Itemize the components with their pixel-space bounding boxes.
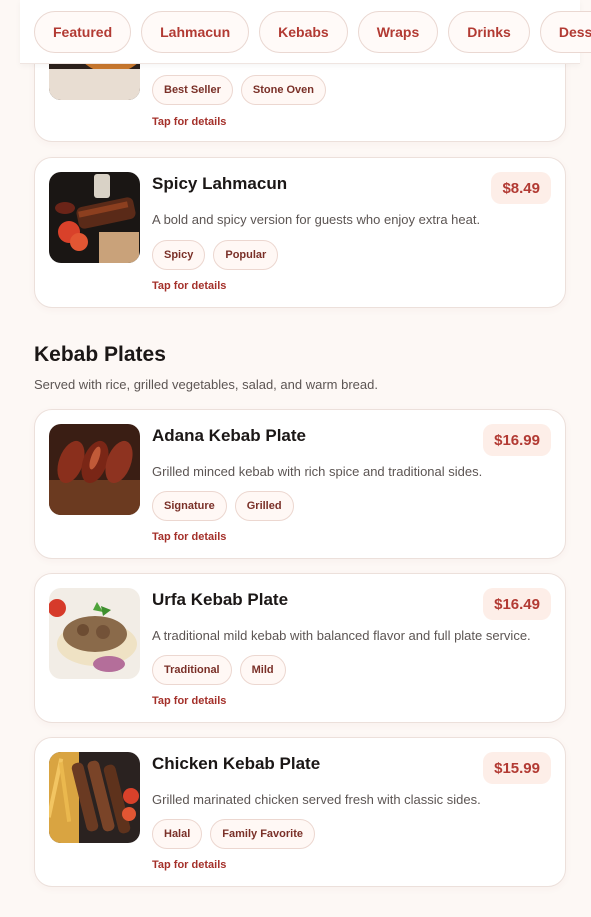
item-description: Grilled minced kebab with rich spice and… (152, 464, 483, 479)
details-link[interactable]: Tap for details (152, 859, 226, 871)
details-link[interactable]: Tap for details (152, 116, 226, 128)
category-wraps[interactable]: Wraps (357, 10, 439, 53)
item-title: Chicken Kebab Plate (152, 754, 321, 773)
tag-halal: Halal (152, 819, 203, 849)
tag-spicy: Spicy (152, 240, 206, 270)
chicken-kebab-photo (49, 752, 140, 843)
tag-family-favorite: Family Favorite (210, 819, 315, 849)
menu-item-card[interactable]: Chicken Kebab Plate $15.99 Grilled marin… (34, 737, 566, 887)
item-price: $15.99 (483, 752, 551, 784)
section-subtitle: Served with rice, grilled vegetables, sa… (34, 377, 378, 392)
item-price: $16.49 (483, 588, 551, 620)
item-price: $16.99 (483, 424, 551, 456)
item-photo (49, 424, 140, 515)
category-featured[interactable]: Featured (34, 10, 132, 53)
tag-stone-oven: Stone Oven (240, 75, 326, 105)
category-kebabs[interactable]: Kebabs (259, 10, 348, 53)
details-link[interactable]: Tap for details (152, 695, 226, 707)
details-link[interactable]: Tap for details (152, 531, 226, 543)
item-title: Adana Kebab Plate (152, 426, 306, 445)
urfa-kebab-photo (49, 588, 140, 679)
item-title: Spicy Lahmacun (152, 174, 288, 193)
category-desserts[interactable]: Desserts (539, 10, 591, 53)
item-description: A traditional mild kebab with balanced f… (152, 628, 531, 643)
category-lahmacun[interactable]: Lahmacun (141, 10, 250, 53)
item-description: A bold and spicy version for guests who … (152, 212, 481, 227)
spicy-lahmacun-photo (49, 172, 140, 263)
tag-best-seller: Best Seller (152, 75, 233, 105)
tag-mild: Mild (239, 655, 286, 685)
item-description: Grilled marinated chicken served fresh w… (152, 792, 481, 807)
tag-traditional: Traditional (152, 655, 232, 685)
adana-kebab-photo (49, 424, 140, 515)
category-drinks[interactable]: Drinks (448, 10, 530, 53)
details-link[interactable]: Tap for details (152, 280, 226, 292)
tag-signature: Signature (152, 491, 227, 521)
item-photo (49, 752, 140, 843)
item-price: $8.49 (491, 172, 551, 204)
menu-item-card[interactable]: Spicy Lahmacun $8.49 A bold and spicy ve… (34, 157, 566, 308)
menu-item-card[interactable]: Urfa Kebab Plate $16.49 A traditional mi… (34, 573, 566, 723)
tag-popular: Popular (213, 240, 279, 270)
item-photo (49, 588, 140, 679)
menu-page: Featured Lahmacun Kebabs Wraps Drinks De… (0, 0, 591, 917)
item-photo (49, 172, 140, 263)
item-title: Urfa Kebab Plate (152, 590, 289, 609)
menu-item-card[interactable]: Adana Kebab Plate $16.99 Grilled minced … (34, 409, 566, 559)
category-nav: Featured Lahmacun Kebabs Wraps Drinks De… (20, 0, 591, 64)
section-title: Kebab Plates (34, 343, 166, 366)
tag-grilled: Grilled (234, 491, 294, 521)
